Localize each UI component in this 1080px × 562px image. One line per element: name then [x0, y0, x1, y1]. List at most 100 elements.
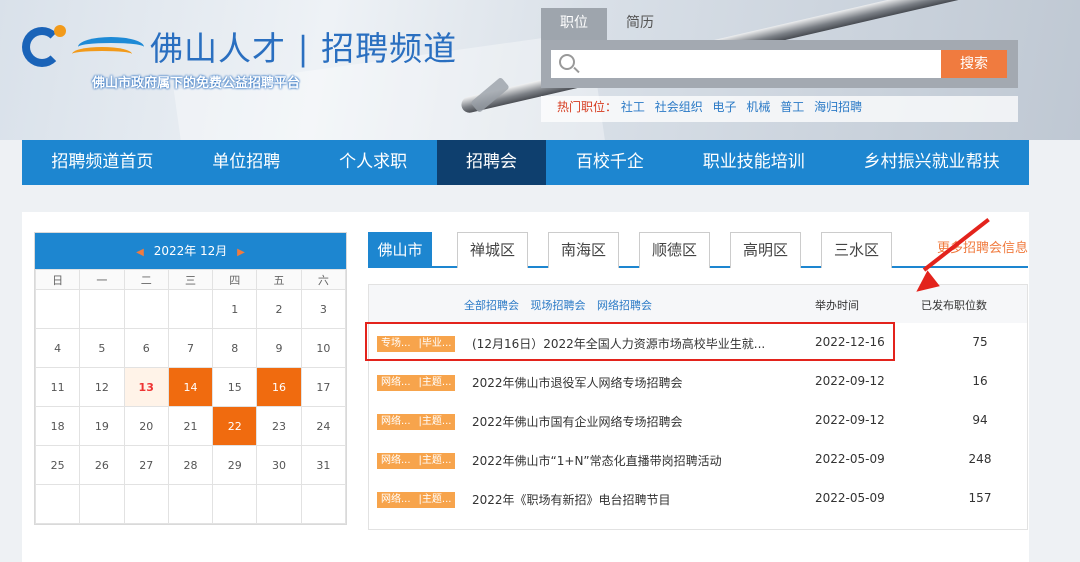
fair-date: 2022-05-09 — [815, 452, 885, 466]
fair-title-link[interactable]: 2022年《职场有新招》电台招聘节目 — [472, 491, 671, 508]
calendar-day[interactable]: 26 — [79, 445, 125, 485]
tab-chancheng[interactable]: 禅城区 — [457, 232, 528, 268]
calendar-day[interactable]: 10 — [300, 328, 347, 368]
calendar-empty-cell — [34, 289, 81, 329]
calendar-empty-cell — [300, 484, 347, 524]
nav-item-home[interactable]: 招聘频道首页 — [22, 140, 183, 185]
calendar-day[interactable]: 17 — [300, 367, 347, 407]
filter-onsite-fairs[interactable]: 现场招聘会 — [531, 299, 586, 312]
calendar-day[interactable]: 2 — [256, 289, 302, 329]
search-type-tabs: 职位 简历 — [541, 8, 673, 40]
nav-item-job-seekers[interactable]: 个人求职 — [310, 140, 437, 185]
search-input[interactable] — [551, 50, 943, 78]
calendar-weekday: 日 — [34, 269, 81, 290]
calendar-day[interactable]: 19 — [79, 406, 125, 446]
fair-tags: 网络... |主题... — [377, 413, 456, 430]
calendar-empty-cell — [123, 484, 169, 524]
fair-row[interactable]: 网络... |主题... 2022年佛山市退役军人网络专场招聘会 2022-09-12… — [369, 362, 1027, 401]
calendar-day[interactable]: 27 — [123, 445, 169, 485]
calendar-empty-cell — [79, 484, 125, 524]
fair-type-tag: 专场... — [377, 336, 415, 352]
nav-item-rural[interactable]: 乡村振兴就业帮扶 — [834, 140, 1029, 185]
calendar-day[interactable]: 23 — [256, 406, 302, 446]
calendar-day[interactable]: 13 — [123, 367, 169, 407]
search-tab-resume[interactable]: 简历 — [607, 8, 673, 40]
main-nav: 招聘频道首页 单位招聘 个人求职 招聘会 百校千企 职业技能培训 乡村振兴就业帮… — [22, 140, 1029, 185]
calendar-weekday: 五 — [256, 269, 302, 290]
calendar-weekday: 一 — [79, 269, 125, 290]
calendar-day[interactable]: 12 — [79, 367, 125, 407]
hot-job-link[interactable]: 普工 — [780, 100, 804, 114]
tab-foshan[interactable]: 佛山市 — [368, 232, 432, 268]
fair-tags: 网络... |主题... — [377, 491, 456, 508]
fair-theme-tag: |毕业... — [414, 336, 456, 352]
fair-job-count: 75 — [972, 335, 988, 349]
fair-date: 2022-05-09 — [815, 491, 885, 505]
fair-row[interactable]: 网络... |主题... 2022年佛山市“1+N”常态化直播带岗招聘活动 2022-… — [369, 440, 1027, 479]
fair-tags: 网络... |主题... — [377, 452, 456, 469]
calendar-day[interactable]: 22 — [212, 406, 258, 446]
fair-list: 全部招聘会 现场招聘会 网络招聘会 举办时间 已发布职位数 专场... |毕业..… — [368, 284, 1028, 530]
site-logo[interactable]: 佛山人才 | 招聘频道 — [22, 22, 457, 70]
nav-item-job-fairs[interactable]: 招聘会 — [436, 140, 547, 185]
fair-type-filters: 全部招聘会 现场招聘会 网络招聘会 — [464, 297, 660, 313]
fair-tags: 专场... |毕业... — [377, 335, 456, 352]
calendar-day[interactable]: 11 — [34, 367, 81, 407]
hot-job-link[interactable]: 海归招聘 — [814, 100, 862, 114]
calendar-day[interactable]: 3 — [300, 289, 347, 329]
fair-title-link[interactable]: (12月16日）2022年全国人力资源市场高校毕业生就... — [472, 335, 765, 352]
calendar-day[interactable]: 31 — [300, 445, 347, 485]
calendar-day[interactable]: 25 — [34, 445, 81, 485]
fair-job-count: 248 — [968, 452, 992, 466]
calendar-day[interactable]: 15 — [212, 367, 258, 407]
calendar-day[interactable]: 30 — [256, 445, 302, 485]
filter-all-fairs[interactable]: 全部招聘会 — [464, 299, 519, 312]
hot-job-link[interactable]: 社工 — [621, 100, 645, 114]
calendar-empty-cell — [79, 289, 125, 329]
calendar-day[interactable]: 14 — [167, 367, 214, 407]
calendar-day[interactable]: 8 — [212, 328, 258, 368]
next-month-icon[interactable]: ▶ — [237, 247, 245, 258]
hot-job-link[interactable]: 电子 — [713, 100, 737, 114]
fair-row[interactable]: 专场... |毕业... (12月16日）2022年全国人力资源市场高校毕业生就..… — [369, 323, 1027, 362]
calendar-empty-cell — [256, 484, 302, 524]
calendar-day[interactable]: 5 — [79, 328, 125, 368]
hot-job-link[interactable]: 社会组织 — [655, 100, 703, 114]
hot-job-link[interactable]: 机械 — [746, 100, 770, 114]
calendar-day[interactable]: 18 — [34, 406, 81, 446]
search-button[interactable]: 搜索 — [941, 50, 1007, 78]
nav-item-training[interactable]: 职业技能培训 — [673, 140, 834, 185]
calendar-day[interactable]: 6 — [123, 328, 169, 368]
calendar-weekday: 三 — [167, 269, 214, 290]
calendar-day[interactable]: 16 — [256, 367, 302, 407]
nav-item-campus[interactable]: 百校千企 — [546, 140, 673, 185]
calendar-day[interactable]: 24 — [300, 406, 347, 446]
calendar-day[interactable]: 21 — [167, 406, 214, 446]
column-header-count: 已发布职位数 — [921, 299, 987, 312]
calendar-day[interactable]: 20 — [123, 406, 169, 446]
calendar-day[interactable]: 29 — [212, 445, 258, 485]
calendar-day[interactable]: 4 — [34, 328, 81, 368]
calendar-day[interactable]: 9 — [256, 328, 302, 368]
calendar-day[interactable]: 28 — [167, 445, 214, 485]
filter-online-fairs[interactable]: 网络招聘会 — [597, 299, 652, 312]
calendar-day[interactable]: 7 — [167, 328, 214, 368]
tab-nanhai[interactable]: 南海区 — [548, 232, 619, 268]
fair-row[interactable]: 网络... |主题... 2022年《职场有新招》电台招聘节目 2022-05-09 1… — [369, 479, 1027, 518]
fair-row[interactable]: 网络... |主题... 2022年佛山市国有企业网络专场招聘会 2022-09-12… — [369, 401, 1027, 440]
calendar-day[interactable]: 1 — [212, 289, 258, 329]
search-tab-job[interactable]: 职位 — [541, 8, 607, 40]
fair-title-link[interactable]: 2022年佛山市国有企业网络专场招聘会 — [472, 413, 683, 430]
tab-shunde[interactable]: 顺德区 — [639, 232, 710, 268]
calendar-empty-cell — [123, 289, 169, 329]
prev-month-icon[interactable]: ◀ — [136, 247, 144, 258]
fair-theme-tag: |主题... — [414, 492, 456, 508]
nav-item-company-jobs[interactable]: 单位招聘 — [183, 140, 310, 185]
fair-title-link[interactable]: 2022年佛山市退役军人网络专场招聘会 — [472, 374, 683, 391]
fair-title-link[interactable]: 2022年佛山市“1+N”常态化直播带岗招聘活动 — [472, 452, 722, 469]
tab-sanshui[interactable]: 三水区 — [821, 232, 892, 268]
site-tagline: 佛山市政府属下的免费公益招聘平台 — [92, 76, 301, 91]
fair-calendar: ◀ 2022年 12月 ▶ 日一二三四五六 1 2 3 4 5 6 7 8 9 10 11 12 13 1… — [34, 232, 347, 525]
tab-gaoming[interactable]: 高明区 — [730, 232, 801, 268]
fair-date: 2022-09-12 — [815, 413, 885, 427]
